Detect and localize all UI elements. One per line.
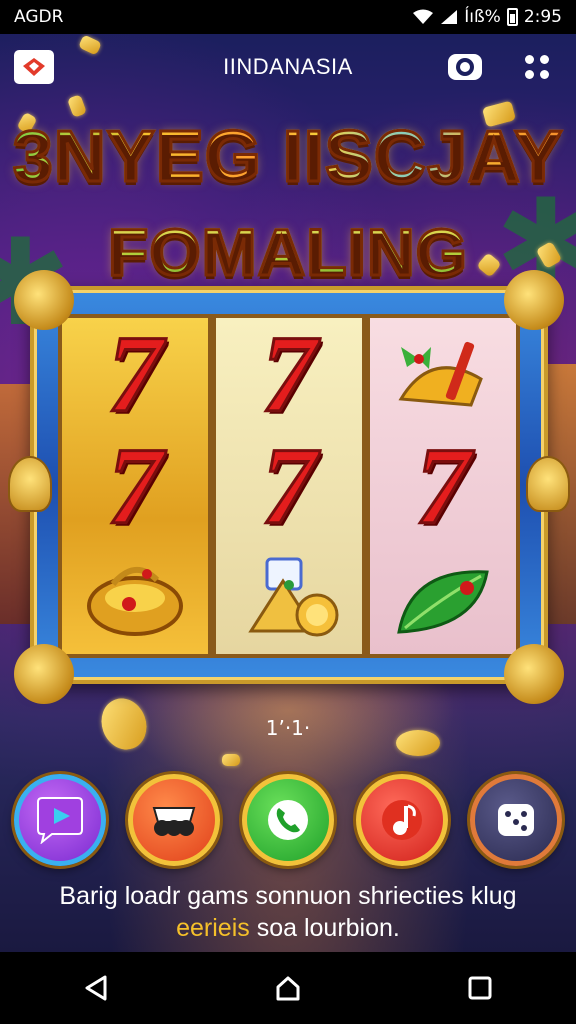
phone-icon xyxy=(268,800,308,840)
call-button[interactable] xyxy=(242,774,334,866)
logo-icon[interactable] xyxy=(14,50,54,84)
slot-machine[interactable]: 7 7 7 7 7 xyxy=(8,270,570,704)
spin-counter: 1’·1· xyxy=(265,716,311,740)
clock: 2:95 xyxy=(523,7,562,27)
signal-icon xyxy=(441,10,458,24)
frame-shell-ornament xyxy=(8,456,52,512)
chat-play-icon xyxy=(37,797,83,844)
coin-decoration xyxy=(222,754,240,766)
seven-symbol: 7 xyxy=(414,425,472,547)
purse-icon xyxy=(75,546,195,650)
slot-reels: 7 7 7 7 7 xyxy=(58,314,520,658)
frame-corner-ornament xyxy=(14,270,74,330)
back-button[interactable] xyxy=(76,968,116,1008)
frame-corner-ornament xyxy=(504,644,564,704)
brand-title: IINDANASIA xyxy=(223,54,353,79)
frame-shell-ornament xyxy=(526,456,570,512)
action-bar xyxy=(14,770,562,870)
reel-3: 7 xyxy=(370,318,516,654)
seven-symbol: 7 xyxy=(106,425,164,547)
caption-text: Barig loadr gams sonnuon shriecties klug… xyxy=(0,880,576,944)
leaf-icon xyxy=(383,546,503,650)
carrier-label: AGDR xyxy=(14,7,64,27)
dice-button[interactable] xyxy=(470,774,562,866)
reel-1: 7 7 xyxy=(62,318,208,654)
frame-corner-ornament xyxy=(504,270,564,330)
cards-button[interactable] xyxy=(128,774,220,866)
caption-line1: Barig loadr gams sonnuon shriecties klug xyxy=(59,882,517,910)
caption-highlight: eerieis xyxy=(176,914,250,942)
home-button[interactable] xyxy=(268,968,308,1008)
battery-icon xyxy=(506,8,518,26)
tent-coin-icon xyxy=(229,546,349,650)
status-bar: AGDR Íıß% 2:95 xyxy=(0,0,576,34)
home-icon xyxy=(276,976,300,1001)
music-button[interactable] xyxy=(356,774,448,866)
bell-icon xyxy=(383,322,503,426)
cards-icon xyxy=(152,807,196,836)
play-button[interactable] xyxy=(14,774,106,866)
camera-icon[interactable] xyxy=(446,50,484,84)
network-label: Íıß% xyxy=(464,7,501,27)
navigation-bar xyxy=(0,952,576,1024)
recents-square-icon xyxy=(468,976,492,1000)
caption-line2-rest: soa lourbion. xyxy=(249,914,400,942)
game-title-line1: 3NYEG IISCJAY xyxy=(0,116,576,199)
wifi-icon xyxy=(413,9,434,24)
frame-corner-ornament xyxy=(14,644,74,704)
seven-symbol: 7 xyxy=(106,318,164,435)
dice-icon xyxy=(498,804,534,836)
status-icons: Íıß% 2:95 xyxy=(412,7,562,27)
seven-symbol: 7 xyxy=(260,425,318,547)
back-triangle-icon xyxy=(85,975,107,1001)
recents-button[interactable] xyxy=(460,968,500,1008)
seven-symbol: 7 xyxy=(260,318,318,435)
caption-line2: eerieis soa lourbion. xyxy=(0,912,576,944)
reel-2: 7 7 xyxy=(216,318,362,654)
game-screen: ✱ ✱ IINDANASIA 3NYEG IISCJAY FOMALING xyxy=(0,34,576,952)
music-note-icon xyxy=(382,800,422,840)
grid-menu-icon[interactable] xyxy=(522,52,552,82)
game-title-line2: FOMALING xyxy=(0,214,576,291)
